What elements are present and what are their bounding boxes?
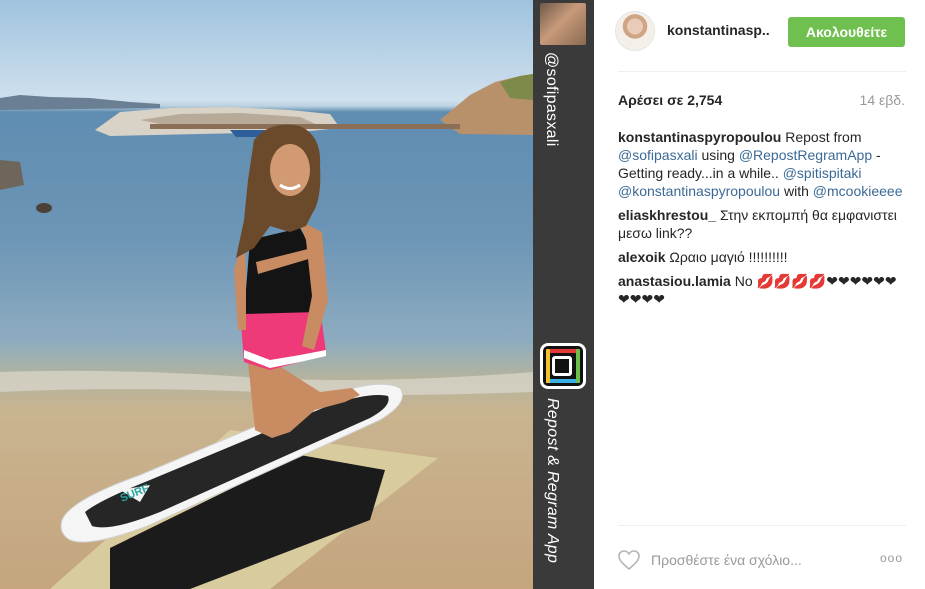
comment-username[interactable]: eliaskhrestou_	[618, 207, 716, 223]
comment-username[interactable]: anastasiou.lamia	[618, 273, 731, 289]
add-comment-input[interactable]	[651, 550, 851, 570]
post-username[interactable]: konstantinasp..	[667, 22, 770, 38]
post-photo[interactable]: SURF	[0, 0, 533, 589]
comment-item: eliaskhrestou_ Στην εκπομπή θα εμφανιστε…	[618, 206, 908, 242]
repost-strip: @sofipasxali Repost & Regram App	[533, 0, 594, 589]
caption-text: using	[701, 147, 735, 163]
repost-app-label: Repost & Regram App	[544, 398, 561, 564]
comment-item: alexoik Ωραιο μαγιό !!!!!!!!!!	[618, 248, 908, 266]
caption-mention[interactable]: @mcookieeee	[813, 183, 903, 199]
repost-source-username: @sofipasxali	[543, 52, 560, 147]
caption-text: with	[783, 183, 809, 199]
caption-text: Repost from	[785, 129, 862, 145]
caption-mention-source[interactable]: @sofipasxali	[618, 147, 698, 163]
avatar[interactable]	[616, 12, 654, 50]
caption-mention-app[interactable]: @RepostRegramApp	[739, 147, 872, 163]
repost-regram-logo-icon	[540, 343, 586, 389]
comment-text: Ωραιο μαγιό !!!!!!!!!!	[669, 249, 788, 265]
repost-source-thumbnail	[540, 3, 586, 45]
heart-icon[interactable]	[617, 549, 641, 571]
post-timestamp[interactable]: 14 εβδ.	[860, 92, 905, 108]
footer-divider	[618, 525, 906, 526]
post-details-panel: konstantinasp.. Ακολουθείτε Αρέσει σε 2,…	[594, 0, 925, 589]
caption: konstantinaspyropoulou Repost from @sofi…	[618, 128, 908, 200]
caption-mention[interactable]: @spitispitaki	[783, 165, 862, 181]
following-button[interactable]: Ακολουθείτε	[788, 17, 905, 47]
header-divider	[618, 71, 906, 72]
comment-item: anastasiou.lamia No 💋💋💋💋❤❤❤❤❤❤❤❤❤❤	[618, 272, 908, 308]
comments-list: konstantinaspyropoulou Repost from @sofi…	[618, 128, 908, 314]
caption-mention[interactable]: @konstantinaspyropoulou	[618, 183, 780, 199]
comment-username[interactable]: alexoik	[618, 249, 665, 265]
photo-scene: SURF	[0, 74, 533, 589]
likes-count[interactable]: Αρέσει σε 2,754	[618, 92, 722, 108]
caption-username[interactable]: konstantinaspyropoulou	[618, 129, 781, 145]
more-options-icon[interactable]: ooo	[880, 552, 906, 564]
